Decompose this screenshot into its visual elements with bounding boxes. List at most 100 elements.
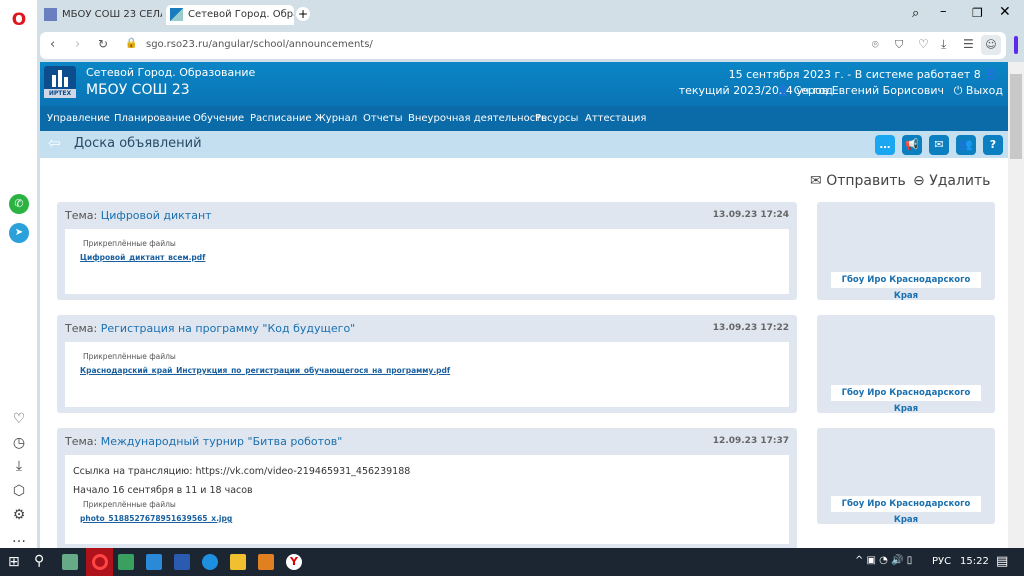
opera-sidebar: O ✆ ➤ ♡ ◷ ⤓ ⬡ ⚙ … [0, 0, 37, 548]
tab-school[interactable]: МБОУ СОШ 23 СЕЛА ВЕЛ [40, 5, 162, 25]
tab-bar: МБОУ СОШ 23 СЕЛА ВЕЛ Сетевой Город. Обра… [37, 0, 1024, 30]
announcement-card: Тема: Регистрация на программу "Код буду… [57, 315, 797, 413]
school-favicon-icon [44, 8, 57, 21]
cube-icon[interactable]: ⬡ [9, 481, 29, 501]
announcement-card: Тема: Цифровой диктант 13.09.23 17:24 Пр… [57, 202, 797, 300]
date: 13.09.23 17:24 [712, 210, 789, 220]
heart-icon[interactable]: ♡ [918, 37, 929, 51]
announcements-icon[interactable]: 📢 [902, 135, 922, 155]
nav-planirovanie[interactable]: Планирование [114, 113, 191, 124]
opera-taskbar-icon[interactable] [86, 548, 113, 576]
opera-logo-icon[interactable]: O [9, 10, 29, 30]
history-icon[interactable]: ◷ [9, 433, 29, 453]
app-icon[interactable] [258, 554, 274, 570]
irtex-logo: ИРТЕХ [44, 66, 76, 98]
file-link[interactable]: photo_5188527678951639565_x.jpg [80, 514, 232, 523]
yandex-icon[interactable]: Y [286, 554, 302, 570]
announcement-body: Прикреплённые файлы Цифровой_диктант_все… [65, 229, 789, 294]
scrollbar-thumb[interactable] [1010, 74, 1022, 159]
body-text: Ссылка на трансляцию: https://vk.com/vid… [73, 466, 411, 477]
main-nav: Управление Планирование Обучение Расписа… [40, 106, 1008, 131]
send-label: Отправить [826, 173, 906, 189]
sidebar-toggle[interactable] [1014, 36, 1018, 54]
whatsapp-icon[interactable]: ✆ [9, 194, 29, 214]
taskbar: ⊞ ⚲ Y ^ ▣ ◔ 🔊 ▯ РУС 15:22 ▤ [0, 548, 1024, 576]
word-icon[interactable] [174, 554, 190, 570]
back-icon[interactable]: ‹ [50, 37, 55, 52]
nav-zhurnal[interactable]: Журнал [315, 113, 357, 124]
logout-label: Выход [965, 84, 1003, 97]
site-header: ИРТЕХ Сетевой Город. Образование МБОУ СО… [40, 62, 1008, 106]
back-arrow-icon[interactable]: ⇦ [48, 134, 61, 152]
search-icon[interactable]: ⚲ [34, 553, 44, 569]
tab-label: Сетевой Город. Образов [188, 9, 294, 20]
edge-icon[interactable] [202, 554, 218, 570]
restore-button[interactable]: ❐ [972, 6, 983, 20]
nav-otchety[interactable]: Отчеты [363, 113, 402, 124]
language-indicator[interactable]: РУС [932, 556, 951, 567]
nav-attestaciya[interactable]: Аттестация [585, 113, 646, 124]
delete-label: Удалить [929, 173, 991, 189]
new-tab-button[interactable]: + [296, 7, 310, 21]
file-link[interactable]: Краснодарский_край_Инструкция_по_регистр… [80, 366, 450, 375]
clock[interactable]: 15:22 [960, 556, 989, 567]
tab-label: МБОУ СОШ 23 СЕЛА ВЕЛ [62, 9, 162, 20]
author-name[interactable]: Гбоу Иро Краснодарского Края [831, 385, 981, 414]
user-name[interactable]: 👤 Серов Евгений Борисович [776, 84, 944, 97]
app-icon[interactable] [146, 554, 162, 570]
topic-title: Международный турнир "Битва роботов" [100, 435, 343, 448]
search-tabs-icon[interactable]: ⌕ [912, 6, 919, 21]
attached-label: Прикреплённые файлы [83, 352, 176, 361]
nav-upravlenie[interactable]: Управление [47, 113, 110, 124]
chat-icon[interactable]: … [875, 135, 895, 155]
notifications-icon[interactable]: ▤ [996, 554, 1008, 569]
easy-setup-icon[interactable]: ☰ [963, 37, 974, 51]
topic-label: Тема: [65, 322, 98, 335]
camera-icon[interactable]: ⌾ [872, 38, 879, 52]
topic: Тема: Международный турнир "Битва робото… [65, 435, 342, 448]
settings-icon[interactable]: ⚙ [9, 505, 29, 525]
author-card: Гбоу Иро Краснодарского Края [817, 202, 995, 301]
telegram-icon[interactable]: ➤ [9, 223, 29, 243]
downloads-icon[interactable]: ⤓ [9, 456, 29, 476]
heart-icon[interactable]: ♡ [9, 409, 29, 429]
file-link[interactable]: Цифровой_диктант_всем.pdf [80, 253, 205, 262]
system-name: Сетевой Город. Образование [86, 66, 256, 79]
app-icon[interactable] [62, 554, 78, 570]
minimize-button[interactable]: – [940, 4, 947, 19]
author-name[interactable]: Гбоу Иро Краснодарского Края [831, 272, 981, 301]
topic: Тема: Цифровой диктант [65, 209, 212, 222]
tab-sgo[interactable]: Сетевой Город. Образов [166, 5, 294, 25]
windows-start-icon[interactable]: ⊞ [8, 554, 20, 570]
forward-icon[interactable]: › [75, 37, 80, 52]
scrollbar[interactable] [1008, 62, 1024, 548]
address-bar: ‹ › ↻ 🔒 sgo.rso23.ru/angular/school/anno… [40, 32, 1006, 59]
topic-label: Тема: [65, 209, 98, 222]
explorer-icon[interactable] [230, 554, 246, 570]
shield-icon[interactable]: ⛉ [895, 38, 903, 52]
title-bar: ⇦ Доска объявлений … 📢 ✉ 👥 ? [40, 131, 1008, 158]
delete-button[interactable]: ⊖ Удалить [913, 173, 990, 189]
profile-icon[interactable]: ☺ [981, 35, 1001, 55]
send-button[interactable]: ✉ Отправить [810, 173, 906, 189]
lock-icon: 🔒 [125, 38, 138, 49]
announcement-body: Ссылка на трансляцию: https://vk.com/vid… [65, 455, 789, 544]
author-name[interactable]: Гбоу Иро Краснодарского Края [831, 496, 981, 525]
help-icon[interactable]: ? [983, 135, 1003, 155]
nav-resursy[interactable]: Ресурсы [535, 113, 578, 124]
date: 12.09.23 17:37 [712, 436, 789, 446]
close-button[interactable]: ✕ [999, 4, 1011, 20]
url-field[interactable]: sgo.rso23.ru/angular/school/announcement… [146, 39, 373, 50]
nav-obuchenie[interactable]: Обучение [193, 113, 244, 124]
nav-vneurochnaya[interactable]: Внеурочная деятельность [408, 113, 547, 124]
mail-icon[interactable]: ✉ [929, 135, 949, 155]
more-icon[interactable]: … [9, 528, 29, 548]
app-icon[interactable] [118, 554, 134, 570]
tray-icons[interactable]: ^ ▣ ◔ 🔊 ▯ [855, 555, 912, 566]
users-icon[interactable]: 👥 [956, 135, 976, 155]
sgo-favicon-icon [170, 8, 183, 21]
logout-button[interactable]: ⏻ Выход [954, 84, 1003, 98]
reload-icon[interactable]: ↻ [98, 37, 108, 51]
download-icon[interactable]: ⤓ [941, 37, 946, 52]
nav-raspisanie[interactable]: Расписание [250, 113, 312, 124]
